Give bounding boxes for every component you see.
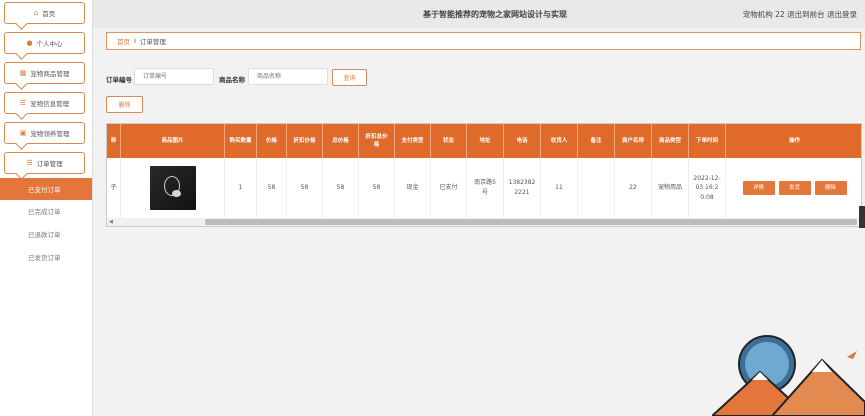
col-product-type: 商品类型 xyxy=(652,124,689,158)
cell-phone: 13823822221 xyxy=(504,158,541,218)
product-name-input[interactable] xyxy=(248,68,328,85)
detail-button[interactable]: 详情 xyxy=(742,180,775,196)
col-name: 称 xyxy=(107,124,121,158)
product-name-label: 商品名称 xyxy=(219,76,245,84)
cell-actions: 详情 发货 删除 xyxy=(726,158,861,218)
home-icon: ⌂ xyxy=(33,9,39,17)
cell-price: 58 xyxy=(257,158,287,218)
table-header: 称 商品图片 购买数量 价格 折扣价格 总价格 折扣总价格 支付类型 状态 地址… xyxy=(107,124,861,158)
cell-merchant: 22 xyxy=(615,158,652,218)
user-icon: ● xyxy=(26,39,33,47)
menu-pet-adoption[interactable]: ▣ 宠物领养管理 xyxy=(4,122,85,144)
col-receiver: 收货人 xyxy=(541,124,578,158)
cell-total: 58 xyxy=(323,158,359,218)
cell-remark xyxy=(578,158,615,218)
col-actions: 操作 xyxy=(788,137,800,144)
cell-order-time: 2022-12-03 16:20:08 xyxy=(689,158,726,218)
menu-pet-products[interactable]: ▦ 宠物商品管理 xyxy=(4,62,85,84)
table-row: 子 1 58 58 58 58 现金 已支付 南京路5号 13823822221… xyxy=(107,158,861,218)
order-no-label: 订单编号 xyxy=(106,76,132,84)
col-discount-price: 折扣价格 xyxy=(287,124,323,158)
cell-status: 已支付 xyxy=(431,158,467,218)
user-name: 宠物机构 22 xyxy=(742,10,785,19)
ship-button[interactable]: 发货 xyxy=(778,180,811,196)
user-info: 宠物机构 22 退出到前台 退出登录 xyxy=(743,9,857,20)
breadcrumb: 首页 I 订单管理 xyxy=(106,32,861,50)
top-bar: 基于智能推荐的宠物之家网站设计与实现 宠物机构 22 退出到前台 退出登录 xyxy=(93,0,865,28)
row-delete-button[interactable]: 删除 xyxy=(814,180,847,196)
col-remark: 备注 xyxy=(578,124,615,158)
submenu-refunded-orders[interactable]: 已退款订单 xyxy=(0,223,92,245)
breadcrumb-current: 订单管理 xyxy=(139,38,166,46)
cell-qty: 1 xyxy=(225,158,257,218)
grid-icon: ▦ xyxy=(19,69,27,77)
submenu-paid-orders[interactable]: 已支付订单 xyxy=(0,178,92,200)
menu-personal-center[interactable]: ● 个人中心 xyxy=(4,32,85,54)
col-image: 商品图片 xyxy=(121,124,225,158)
col-order-time: 下单时间 xyxy=(689,124,726,158)
submenu-completed-orders[interactable]: 已完成订单 xyxy=(0,200,92,222)
col-total: 总价格 xyxy=(323,124,359,158)
scrollbar-thumb[interactable] xyxy=(205,219,857,225)
col-pay-type: 支付类型 xyxy=(395,124,431,158)
col-qty: 购买数量 xyxy=(225,124,257,158)
col-status: 状态 xyxy=(431,124,467,158)
col-discount-total: 折扣总价格 xyxy=(359,124,395,158)
mountain-sun-illustration xyxy=(712,335,865,416)
col-price: 价格 xyxy=(257,124,287,158)
horizontal-scrollbar[interactable]: ◀ xyxy=(107,218,861,226)
cart-icon: ▣ xyxy=(19,129,27,137)
menu-home[interactable]: ⌂ 首页 xyxy=(4,2,85,24)
query-button[interactable]: 查询 xyxy=(332,69,367,86)
cell-discount-total: 58 xyxy=(359,158,395,218)
cell-discount-price: 58 xyxy=(287,158,323,218)
menu-pet-info[interactable]: ☰ 宠物信息管理 xyxy=(4,92,85,114)
submenu-shipped-orders[interactable]: 已发货订单 xyxy=(0,246,92,268)
list-icon: ☰ xyxy=(19,99,27,107)
scroll-left-icon[interactable]: ◀ xyxy=(109,219,113,225)
col-merchant: 商户名称 xyxy=(615,124,652,158)
breadcrumb-separator: I xyxy=(134,37,136,45)
cell-address: 南京路5号 xyxy=(467,158,504,218)
cell-product-type: 宠物用品 xyxy=(652,158,689,218)
order-no-input[interactable] xyxy=(134,68,214,85)
list-icon: ☰ xyxy=(26,159,33,167)
col-address: 地址 xyxy=(467,124,504,158)
breadcrumb-home[interactable]: 首页 xyxy=(117,36,130,46)
logout-link[interactable]: 退出登录 xyxy=(827,10,857,19)
sidebar: ⌂ 首页 ● 个人中心 ▦ 宠物商品管理 ☰ 宠物信息管理 ▣ 宠物领养管理 ☰ 订单管理 … xyxy=(0,0,93,416)
product-thumbnail[interactable] xyxy=(149,166,196,210)
cell-image xyxy=(121,158,225,218)
back-to-front-link[interactable]: 退出到前台 xyxy=(787,10,825,19)
vertical-scrollbar[interactable] xyxy=(859,206,865,228)
col-phone: 电话 xyxy=(504,124,541,158)
orders-table: 称 商品图片 购买数量 价格 折扣价格 总价格 折扣总价格 支付类型 状态 地址… xyxy=(106,123,862,227)
cell-receiver: 11 xyxy=(541,158,578,218)
app-title: 基于智能推荐的宠物之家网站设计与实现 xyxy=(423,10,567,19)
menu-orders[interactable]: ☰ 订单管理 xyxy=(4,152,85,174)
cell-pay-type: 现金 xyxy=(395,158,431,218)
delete-button[interactable]: 删除 xyxy=(106,96,143,113)
cell-name: 子 xyxy=(107,158,121,218)
